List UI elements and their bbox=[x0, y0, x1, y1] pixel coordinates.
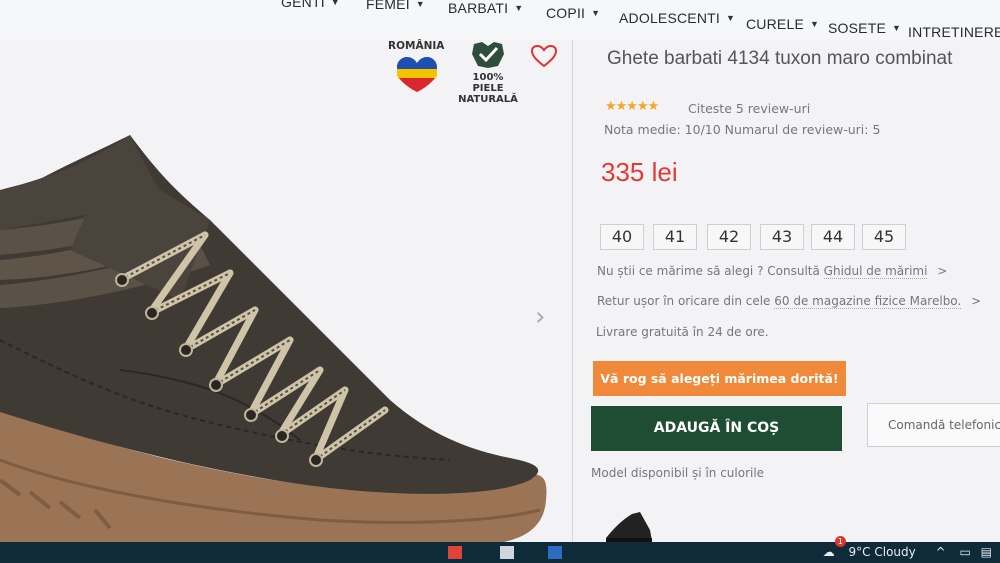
return-policy-line: Retur ușor în oricare din cele 60 de mag… bbox=[597, 294, 982, 309]
size-option-40[interactable]: 40 bbox=[600, 224, 644, 250]
nav-item-label: GENTI bbox=[281, 0, 325, 10]
color-variant-thumbnail[interactable] bbox=[604, 508, 654, 543]
app-icon[interactable] bbox=[448, 546, 462, 559]
nav-item-femei[interactable]: FEMEI ▼ bbox=[366, 0, 425, 12]
stores-link[interactable]: 60 de magazine fizice Marelbo. bbox=[774, 294, 962, 309]
return-policy-text: Retur ușor în oricare din cele bbox=[597, 294, 775, 308]
size-guide-text: Nu știi ce mărime să alegi ? Consultă bbox=[597, 264, 824, 278]
chevron-down-icon: ▼ bbox=[591, 8, 601, 18]
nav-item-label: CURELE bbox=[746, 16, 804, 32]
leather-line1: 100% PIELE bbox=[472, 72, 504, 94]
tray-icon[interactable]: ▤ bbox=[981, 545, 992, 559]
chevron-down-icon: ▼ bbox=[810, 19, 820, 29]
nav-item-copii[interactable]: COPII ▼ bbox=[546, 5, 600, 21]
romania-heart-icon bbox=[397, 57, 437, 92]
size-option-45[interactable]: 45 bbox=[862, 224, 906, 250]
chevron-down-icon: ▼ bbox=[726, 13, 736, 23]
rating-stars: ★★★★★ bbox=[605, 99, 659, 114]
chevron-right-icon: > bbox=[937, 264, 948, 278]
nav-item-barbati[interactable]: BARBATI ▼ bbox=[448, 0, 523, 16]
nav-item-label: COPII bbox=[546, 5, 586, 21]
chevron-down-icon: ▼ bbox=[892, 23, 902, 33]
chevron-up-icon[interactable]: ^ bbox=[936, 545, 946, 559]
size-guide-line: Nu știi ce mărime să alegi ? Consultă Gh… bbox=[597, 264, 948, 279]
rating-summary: Nota medie: 10/10 Numarul de review-uri:… bbox=[604, 122, 881, 137]
choose-size-button[interactable]: Vă rog să alegeți mărimea dorită! bbox=[593, 361, 846, 396]
product-title: Ghete barbati 4134 tuxon maro combinat bbox=[607, 48, 953, 69]
nav-item-label: ADOLESCENTI bbox=[619, 10, 720, 26]
chevron-down-icon: ▼ bbox=[514, 3, 524, 13]
app-icon[interactable] bbox=[500, 546, 514, 559]
add-to-cart-button[interactable]: ADAUGĂ ÎN COȘ bbox=[591, 406, 842, 451]
leather-hide-icon bbox=[472, 42, 504, 68]
chevron-down-icon: ▼ bbox=[415, 0, 425, 9]
size-option-43[interactable]: 43 bbox=[760, 224, 804, 250]
heart-favorite-icon[interactable] bbox=[530, 44, 558, 68]
notification-badge: 1 bbox=[834, 536, 846, 547]
nav-item-sosete[interactable]: SOSETE ▼ bbox=[828, 20, 901, 36]
os-taskbar: ☁ 1 9°C Cloudy ^ ▭ ▤ bbox=[0, 536, 1000, 563]
size-option-42[interactable]: 42 bbox=[707, 224, 751, 250]
next-image-arrow-icon[interactable]: › bbox=[535, 302, 545, 332]
size-guide-link[interactable]: Ghidul de mărimi bbox=[823, 264, 928, 279]
column-divider bbox=[572, 40, 573, 545]
leather-badge-text: 100% PIELE NATURALĂ bbox=[458, 72, 518, 105]
nav-item-label: FEMEI bbox=[366, 0, 410, 12]
nav-item-label: SOSETE bbox=[828, 20, 886, 36]
nav-item-adolescenti[interactable]: ADOLESCENTI ▼ bbox=[619, 10, 735, 26]
chevron-right-icon: > bbox=[971, 294, 982, 308]
system-tray: ☁ 1 9°C Cloudy ^ ▭ ▤ bbox=[823, 536, 1000, 563]
boot-image bbox=[0, 40, 570, 545]
size-option-44[interactable]: 44 bbox=[811, 224, 855, 250]
phone-order-box[interactable]: Comandă telefonică 0 bbox=[867, 403, 1000, 447]
nav-item-genti[interactable]: GENTI ▼ bbox=[281, 0, 340, 10]
leather-line2: NATURALĂ bbox=[458, 94, 518, 105]
tray-icon[interactable]: ▭ bbox=[959, 545, 970, 559]
romania-label: ROMÂNIA bbox=[388, 40, 445, 52]
cloud-icon: ☁ 1 bbox=[823, 536, 846, 563]
product-price: 335 lei bbox=[601, 157, 678, 187]
size-option-41[interactable]: 41 bbox=[653, 224, 697, 250]
delivery-info: Livrare gratuită în 24 de ore. bbox=[596, 325, 769, 339]
reviews-link[interactable]: Citeste 5 review-uri bbox=[688, 101, 810, 116]
nav-item-label: BARBATI bbox=[448, 0, 509, 16]
nav-item-curele[interactable]: CURELE ▼ bbox=[746, 16, 819, 32]
weather-text[interactable]: 9°C Cloudy bbox=[849, 545, 916, 559]
chevron-down-icon: ▼ bbox=[330, 0, 340, 7]
word-app-icon[interactable] bbox=[548, 546, 562, 559]
product-image[interactable] bbox=[0, 40, 570, 545]
nav-item-intretinere[interactable]: INTRETINERE bbox=[908, 24, 1000, 40]
other-colors-label: Model disponibil și în culorile bbox=[591, 466, 765, 480]
nav-item-label: INTRETINERE bbox=[908, 24, 1000, 40]
